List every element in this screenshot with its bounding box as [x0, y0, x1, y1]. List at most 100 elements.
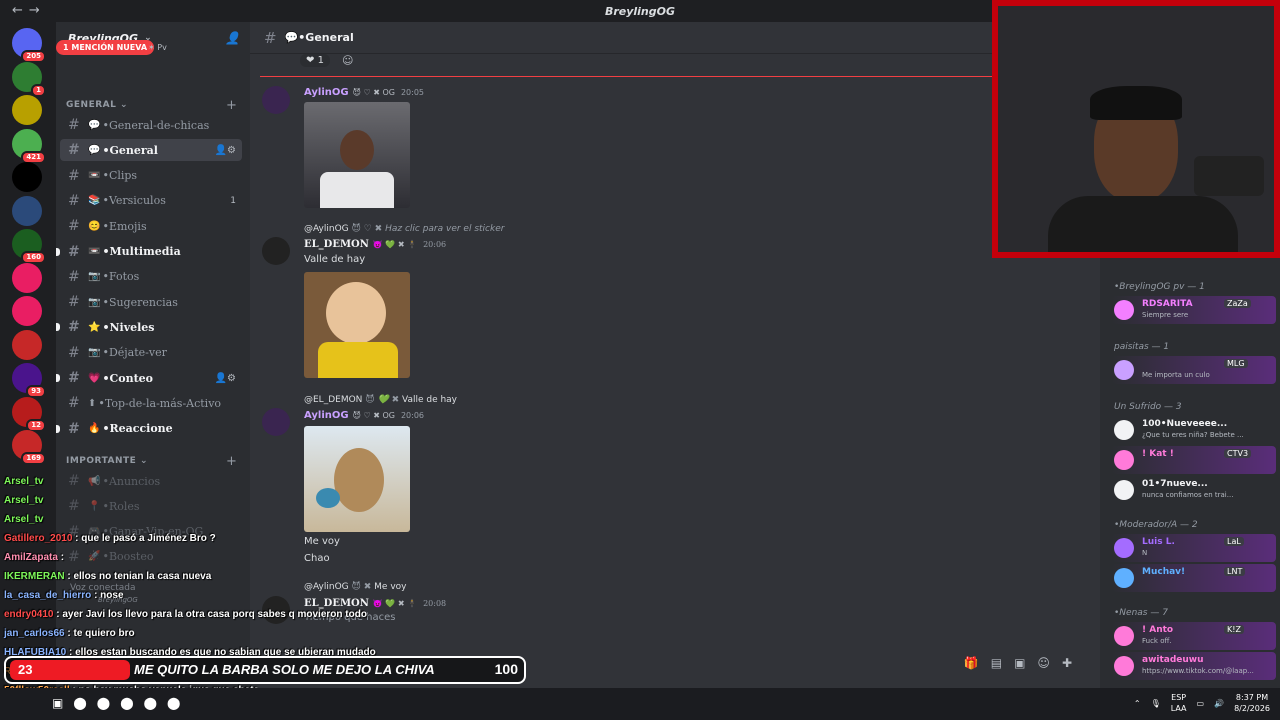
member-item[interactable]: Luis L. N LaL	[1112, 534, 1276, 562]
chat-line: Arsel_tv	[4, 476, 43, 487]
server-icon[interactable]	[12, 329, 42, 360]
avatar	[1114, 568, 1134, 588]
server-icon[interactable]: 1	[12, 61, 46, 97]
system-tray: ⌃ 🎙 ESP LAA ▭ 🔊 8:37 PM 8/2/2026	[1134, 692, 1270, 714]
channel-header-emoji: 💬	[284, 31, 299, 44]
reply-reference[interactable]: @EL_DEMON 😈 💚 ✖ Valle de hay	[304, 395, 457, 405]
channel-item[interactable]: # 📷 •Fotos	[60, 266, 242, 288]
category-importante[interactable]: IMPORTANTE ⌄ +	[66, 454, 237, 469]
member-item[interactable]: awitadeuwu https://www.tiktok.com/@laap..…	[1112, 652, 1276, 680]
channel-item[interactable]: # 📚 •Versiculos 1	[60, 190, 242, 212]
member-item[interactable]: 01•7nueve... nunca confiamos en trai...	[1112, 476, 1276, 504]
volume-icon[interactable]: 🔊	[1214, 699, 1224, 708]
server-icon[interactable]	[12, 162, 42, 192]
new-messages-divider	[260, 76, 1012, 77]
channel-item[interactable]: # 🔥 •Reaccione	[56, 418, 242, 440]
channel-item[interactable]: # 📷 •Déjate-ver	[60, 342, 242, 364]
add-channel-icon[interactable]: +	[226, 454, 237, 469]
chevron-up-icon[interactable]: ⌃	[1134, 699, 1141, 708]
member-name: 01•7nueve...	[1142, 479, 1208, 489]
chat-username: jan_carlos66	[4, 628, 65, 639]
member-status: N	[1142, 549, 1148, 557]
composer-icons[interactable]: 🎁▤▣☺✚	[964, 656, 1084, 670]
server-icon[interactable]: 12	[12, 396, 46, 432]
invite-icon[interactable]: 👤	[225, 31, 240, 45]
chat-username: Arsel_tv	[4, 495, 44, 506]
member-category: paisitas — 1	[1114, 342, 1170, 352]
channel-settings-icon[interactable]: 👤⚙	[215, 373, 236, 384]
add-reaction-icon[interactable]: ☺	[342, 54, 353, 67]
member-item[interactable]: ! Kat ! CTV3	[1112, 446, 1276, 474]
nav-arrows-icon[interactable]: ←→	[12, 3, 46, 18]
mention-badge[interactable]: 1 MENCIÓN NUEVA	[56, 40, 155, 55]
avatar[interactable]	[262, 237, 290, 265]
unread-badge: 93	[26, 385, 46, 398]
message-author[interactable]: EL_DEMON 😈 💚 ✖ 🕴 20:06	[304, 239, 446, 250]
channel-item[interactable]: # ⭐ •Niveles	[56, 316, 242, 338]
hash-icon: #	[264, 28, 277, 47]
server-icon[interactable]: 93	[12, 363, 46, 398]
add-channel-icon[interactable]: +	[226, 98, 237, 113]
channel-item[interactable]: # 😊 •Emojis	[60, 215, 242, 237]
channel-emoji: 💬	[88, 144, 101, 156]
member-item[interactable]: 100•Nueveeee... ¿Que tu eres niña? Bebete…	[1112, 416, 1276, 444]
discord-home-icon[interactable]: 205	[12, 28, 46, 63]
image-attachment[interactable]	[304, 102, 410, 208]
server-icon[interactable]	[12, 296, 42, 326]
message-author[interactable]: AylinOG 😈 ♡ ✖ OG 20:06	[304, 410, 424, 421]
channel-item[interactable]: # 📼 •Multimedia	[56, 241, 242, 263]
member-name: Muchav!	[1142, 567, 1186, 577]
server-icon[interactable]: 169	[12, 430, 46, 465]
server-icon[interactable]: 160	[12, 229, 46, 264]
avatar	[1114, 538, 1134, 558]
chat-line: Arsel_tv	[4, 514, 43, 525]
reply-reference[interactable]: @AylinOG 😈 ♡ ✖ Haz clic para ver el stic…	[304, 224, 504, 234]
member-item[interactable]: ! Anto Fuck off. K!Z	[1112, 622, 1276, 650]
channel-item[interactable]: # ⬆ •Top-de-la-más-Activo	[60, 392, 242, 414]
taskbar: ▣⬤⬤⬤⬤⬤ ⌃ 🎙 ESP LAA ▭ 🔊 8:37 PM 8/2/2026	[0, 688, 1280, 720]
channel-emoji: 📷	[88, 347, 101, 359]
chat-line: jan_carlos66 : te quiero bro	[4, 628, 135, 639]
server-icon[interactable]	[12, 262, 42, 293]
member-item[interactable]: RDSARITA Siempre sere ZaZa	[1112, 296, 1276, 324]
chat-line: IKERMERAN : ellos no tenian la casa nuev…	[4, 571, 211, 582]
channel-item[interactable]: # 📷 •Sugerencias	[60, 291, 242, 313]
avatar[interactable]	[262, 86, 290, 114]
image-attachment[interactable]	[304, 272, 410, 378]
member-status: ¿Que tu eres niña? Bebete ...	[1142, 431, 1244, 439]
server-icon[interactable]	[12, 95, 42, 125]
server-icon[interactable]	[12, 195, 42, 226]
unread-badge: 169	[21, 452, 46, 465]
category-general[interactable]: GENERAL ⌄ +	[66, 98, 237, 113]
avatar[interactable]	[262, 408, 290, 436]
message-author[interactable]: AylinOG 😈 ♡ ✖ OG 20:05	[304, 87, 424, 98]
channel-item[interactable]: # 💬 •General 👤⚙	[60, 139, 242, 162]
avatar	[1114, 420, 1134, 440]
hash-icon: #	[68, 294, 80, 311]
channel-emoji: 📼	[88, 170, 101, 182]
channel-item[interactable]: # 📼 •Clips	[60, 165, 242, 187]
chat-message: : ayer Javi los llevo para la otra casa …	[56, 609, 367, 620]
member-item[interactable]: Me importa un culo MLG	[1112, 356, 1276, 384]
member-name: ! Anto	[1142, 625, 1174, 635]
mic-icon[interactable]: 🎙	[1151, 699, 1161, 708]
goal-level: 23	[10, 660, 130, 680]
channel-item[interactable]: # 💬 •General-de-chicas	[60, 114, 242, 136]
message-text: Valle de hay	[304, 254, 366, 265]
network-icon[interactable]: ▭	[1197, 699, 1205, 708]
taskbar-apps[interactable]: ▣⬤⬤⬤⬤⬤	[52, 696, 191, 710]
chat-username: Gatillero_2010	[4, 533, 73, 544]
channel-settings-icon[interactable]: 👤⚙	[215, 145, 236, 156]
server-icon[interactable]: 421	[12, 128, 46, 164]
hash-icon: #	[68, 243, 80, 260]
member-tag: LaL	[1224, 537, 1244, 546]
channel-header: # 💬 •General	[250, 22, 1020, 54]
language-indicator[interactable]: ESP LAA	[1171, 692, 1187, 714]
channel-emoji: 📷	[88, 296, 101, 308]
member-status: Siempre sere	[1142, 311, 1189, 319]
clock[interactable]: 8:37 PM 8/2/2026	[1234, 692, 1270, 714]
channel-item[interactable]: # 💗 •Conteo 👤⚙	[56, 367, 242, 389]
member-item[interactable]: Muchav! LNT	[1112, 564, 1276, 592]
heart-reaction[interactable]: ❤ 1	[300, 54, 330, 67]
hash-icon: #	[68, 268, 80, 285]
